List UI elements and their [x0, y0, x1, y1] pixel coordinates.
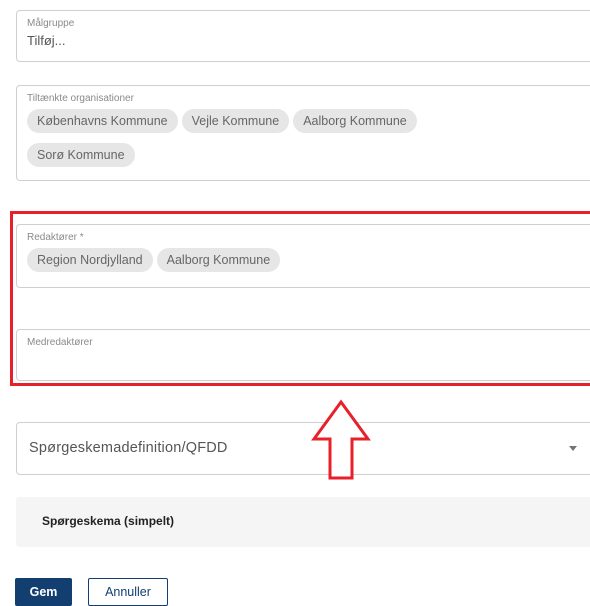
redaktorer-field[interactable]: Redaktører * Region Nordjylland Aalborg K… — [16, 224, 590, 288]
questionnaire-panel-title: Spørgeskema (simpelt) — [42, 514, 175, 528]
malgruppe-input[interactable]: Tilføj... — [27, 33, 66, 48]
chip-aalborg-kommune-redaktor[interactable]: Aalborg Kommune — [156, 248, 281, 272]
cancel-button[interactable]: Annuller — [88, 578, 168, 606]
tiltaenkte-chip-list: Københavns Kommune Vejle Kommune Aalborg K… — [27, 109, 590, 177]
questionnaire-panel[interactable]: Spørgeskema (simpelt) — [16, 497, 590, 547]
tiltaenkte-organisationer-label: Tiltænkte organisationer — [27, 93, 134, 104]
chevron-down-icon[interactable] — [569, 446, 577, 451]
questionnaire-select[interactable]: Spørgeskemadefinition/QFDD — [16, 422, 590, 475]
tiltaenkte-organisationer-field[interactable]: Tiltænkte organisationer Københavns Komm… — [16, 85, 590, 181]
chip-vejle-kommune[interactable]: Vejle Kommune — [181, 109, 290, 133]
questionnaire-select-value: Spørgeskemadefinition/QFDD — [29, 440, 228, 456]
medredaktorer-field[interactable]: Medredaktører — [16, 329, 590, 381]
malgruppe-field[interactable]: Målgruppe Tilføj... — [16, 10, 590, 62]
malgruppe-label: Målgruppe — [27, 18, 75, 29]
chip-soro-kommune[interactable]: Sorø Kommune — [27, 143, 135, 167]
redaktorer-chip-list: Region Nordjylland Aalborg Kommune — [27, 248, 590, 282]
chip-aalborg-kommune[interactable]: Aalborg Kommune — [293, 109, 417, 133]
redaktorer-label: Redaktører * — [27, 232, 84, 243]
chip-kobenhavns-kommune[interactable]: Københavns Kommune — [27, 109, 178, 133]
arrow-up-icon — [311, 399, 371, 480]
chip-region-nordjylland[interactable]: Region Nordjylland — [27, 248, 153, 272]
save-button[interactable]: Gem — [15, 578, 72, 606]
medredaktorer-label: Medredaktører — [27, 337, 93, 348]
